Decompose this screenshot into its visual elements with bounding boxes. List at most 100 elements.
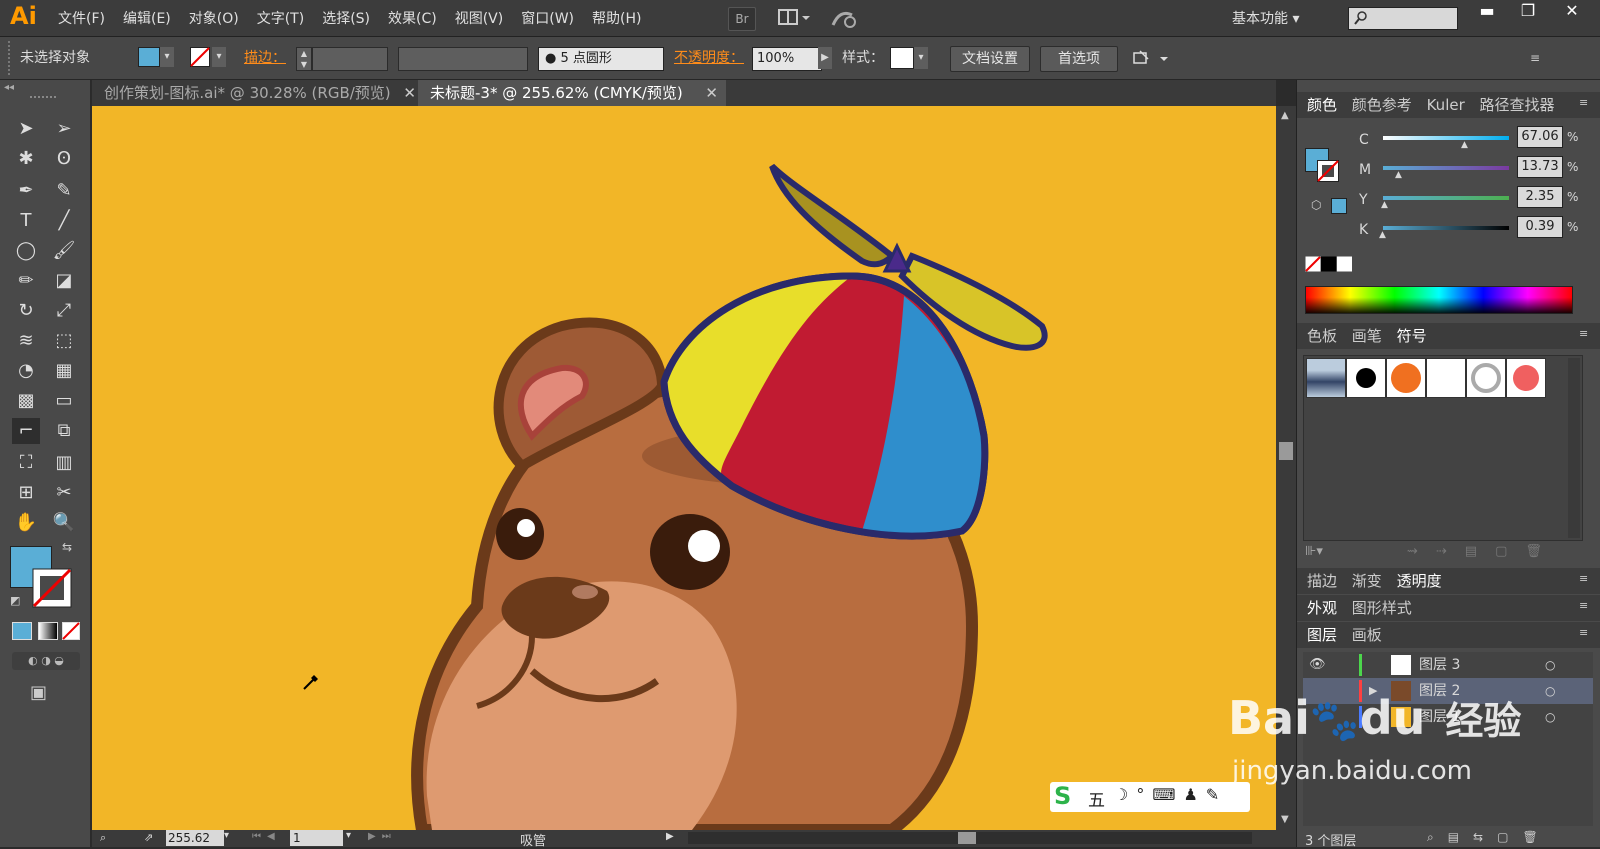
line-tool-icon[interactable]: ╱ bbox=[50, 208, 78, 234]
symbols-scrollbar[interactable] bbox=[1568, 358, 1580, 538]
perspective-grid-tool-icon[interactable]: ▦ bbox=[50, 358, 78, 384]
panel-menu-icon[interactable]: ≡ bbox=[1579, 572, 1588, 585]
channel-c-value[interactable]: 67.06 bbox=[1517, 126, 1563, 148]
default-colors-icon[interactable]: ◩ bbox=[10, 594, 20, 607]
zoom-tool-icon[interactable]: 🔍 bbox=[50, 510, 78, 536]
tab-swatches[interactable]: 色板 bbox=[1307, 327, 1337, 345]
artboard-canvas[interactable]: S 五 ☽°⌨♟✎ bbox=[92, 106, 1276, 830]
menu-select[interactable]: 选择(S) bbox=[322, 8, 370, 28]
tab-pathfinder[interactable]: 路径查找器 bbox=[1480, 96, 1555, 114]
stroke-color-swatch[interactable] bbox=[190, 47, 210, 71]
curvature-tool-icon[interactable]: ✎ bbox=[50, 178, 78, 204]
brush-definition-dropdown[interactable]: ● 5 点圆形 bbox=[538, 47, 664, 71]
web-safe-swatch[interactable] bbox=[1331, 198, 1347, 214]
menu-help[interactable]: 帮助(H) bbox=[592, 8, 641, 28]
hscroll-thumb[interactable] bbox=[958, 832, 976, 844]
layer-target-icon[interactable]: ○ bbox=[1545, 704, 1555, 730]
restore-button[interactable]: ❐ bbox=[1508, 0, 1548, 24]
share-icon[interactable]: ⇗ bbox=[144, 831, 153, 844]
artboard-dropdown[interactable]: ▾ bbox=[346, 830, 351, 841]
symbol-item[interactable] bbox=[1466, 358, 1506, 398]
color-spectrum[interactable] bbox=[1305, 286, 1573, 314]
style-swatch[interactable] bbox=[890, 47, 914, 69]
layer-target-icon[interactable]: ○ bbox=[1545, 652, 1555, 678]
fill-dropdown[interactable]: ▾ bbox=[160, 47, 174, 67]
warp-tool-icon[interactable]: ≋ bbox=[12, 328, 40, 354]
status-menu-arrow[interactable]: ▶ bbox=[666, 831, 674, 842]
tab-color-guide[interactable]: 颜色参考 bbox=[1352, 96, 1412, 114]
tab-stroke[interactable]: 描边 bbox=[1307, 572, 1337, 590]
eraser-tool-icon[interactable]: ◪ bbox=[50, 268, 78, 294]
close-button[interactable]: ✕ bbox=[1552, 0, 1592, 24]
panel-menu-icon[interactable]: ≡ bbox=[1579, 599, 1588, 612]
opacity-slider-arrow[interactable]: ▶ bbox=[818, 47, 832, 69]
stroke-dropdown[interactable]: ▾ bbox=[212, 47, 226, 67]
style-dropdown[interactable]: ▾ bbox=[914, 47, 928, 69]
paintbrush-tool-icon[interactable]: 🖌 bbox=[50, 238, 78, 264]
screen-mode-icon[interactable]: ▣ bbox=[30, 682, 47, 703]
workspace-switcher[interactable]: 基本功能 ▾ bbox=[1232, 8, 1299, 28]
column-graph-tool-icon[interactable]: ▥ bbox=[50, 450, 78, 476]
ellipse-tool-icon[interactable]: ◯ bbox=[12, 238, 40, 264]
panel-fill-stroke[interactable] bbox=[1305, 124, 1339, 182]
channel-y-slider[interactable] bbox=[1383, 196, 1509, 200]
symbol-item[interactable] bbox=[1306, 358, 1346, 398]
document-setup-button[interactable]: 文档设置 bbox=[950, 46, 1030, 72]
magic-wand-tool-icon[interactable]: ✱ bbox=[12, 146, 40, 172]
stroke-label[interactable]: 描边： bbox=[244, 47, 286, 69]
ime-toolbar[interactable]: S 五 ☽°⌨♟✎ bbox=[1050, 782, 1250, 812]
quick-color-swatches[interactable] bbox=[1305, 256, 1353, 278]
lasso-tool-icon[interactable]: ʘ bbox=[50, 146, 78, 172]
gradient-mode-icon[interactable] bbox=[38, 622, 58, 640]
gradient-tool-icon[interactable]: ▭ bbox=[50, 388, 78, 414]
variable-width-profile[interactable] bbox=[398, 47, 528, 71]
blend-tool-icon[interactable]: ⧉ bbox=[50, 418, 78, 444]
tab-artboards[interactable]: 画板 bbox=[1352, 626, 1382, 644]
fill-color-swatch[interactable] bbox=[138, 47, 160, 67]
scroll-down-icon[interactable]: ▼ bbox=[1281, 814, 1289, 825]
layer-panel-actions[interactable]: ⌕▤⇆▢🗑 bbox=[1427, 830, 1552, 845]
layer-target-icon[interactable]: ○ bbox=[1545, 678, 1555, 704]
bridge-button[interactable]: Br bbox=[728, 7, 756, 31]
control-menu-icon[interactable]: ≡ bbox=[1530, 51, 1550, 65]
symbol-item[interactable] bbox=[1426, 358, 1466, 398]
zoom-input[interactable]: 255.62 bbox=[166, 830, 224, 846]
visibility-eye-icon[interactable]: 👁 bbox=[1309, 652, 1326, 678]
symbol-panel-actions[interactable]: ⇝⇢▤▢🗑 bbox=[1407, 544, 1560, 559]
tab-symbols[interactable]: 符号 bbox=[1397, 327, 1427, 345]
symbol-library-menu-icon[interactable]: ⊪▾ bbox=[1305, 544, 1323, 559]
artboard-input[interactable]: 1 bbox=[290, 830, 343, 846]
horizontal-scrollbar[interactable] bbox=[688, 832, 1252, 844]
symbol-item[interactable] bbox=[1346, 358, 1386, 398]
tab-document-2[interactable]: 未标题-3* @ 255.62% (CMYK/预览) ✕ bbox=[418, 80, 726, 106]
swap-fill-stroke-icon[interactable]: ⇆ bbox=[62, 540, 72, 554]
tab-kuler[interactable]: Kuler bbox=[1427, 96, 1465, 114]
menu-window[interactable]: 窗口(W) bbox=[521, 8, 574, 28]
channel-m-value[interactable]: 13.73 bbox=[1517, 156, 1563, 178]
opacity-input[interactable]: 100% bbox=[752, 47, 822, 71]
tab-graphic-styles[interactable]: 图形样式 bbox=[1352, 599, 1412, 617]
symbol-sprayer-tool-icon[interactable]: ⛶ bbox=[12, 450, 40, 476]
menu-effect[interactable]: 效果(C) bbox=[388, 8, 437, 28]
arrange-icon[interactable] bbox=[1132, 49, 1172, 69]
tab-document-1[interactable]: 创作策划-图标.ai* @ 30.28% (RGB/预览) ✕ bbox=[92, 80, 424, 106]
tab-transparency[interactable]: 透明度 bbox=[1397, 572, 1442, 590]
artboard-next-icons[interactable]: ▶⏭ bbox=[368, 831, 397, 842]
menu-edit[interactable]: 编辑(E) bbox=[123, 8, 171, 28]
draw-mode-icons[interactable]: ◐ ◑ ◒ bbox=[12, 652, 80, 670]
free-transform-tool-icon[interactable]: ⬚ bbox=[50, 328, 78, 354]
channel-y-handle[interactable]: ▲ bbox=[1381, 200, 1388, 210]
symbol-item[interactable] bbox=[1506, 358, 1546, 398]
stroke-weight-input[interactable] bbox=[312, 47, 388, 71]
scroll-up-icon[interactable]: ▲ bbox=[1281, 110, 1289, 121]
collapse-toolbox-icon[interactable]: ◂◂ bbox=[4, 82, 14, 93]
zoom-dropdown[interactable]: ▾ bbox=[224, 830, 229, 841]
none-mode-icon[interactable] bbox=[62, 622, 80, 644]
tab-layers[interactable]: 图层 bbox=[1307, 626, 1337, 644]
channel-m-handle[interactable]: ▲ bbox=[1395, 170, 1402, 180]
tab-brushes[interactable]: 画笔 bbox=[1352, 327, 1382, 345]
menu-view[interactable]: 视图(V) bbox=[455, 8, 504, 28]
shape-builder-tool-icon[interactable]: ◔ bbox=[12, 358, 40, 384]
mesh-tool-icon[interactable]: ▩ bbox=[12, 388, 40, 414]
stroke-swatch[interactable] bbox=[32, 568, 72, 608]
